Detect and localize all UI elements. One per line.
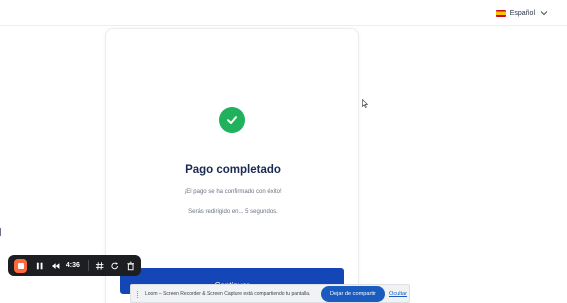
language-selector[interactable]: Español — [495, 6, 549, 20]
stop-recording-button[interactable] — [14, 258, 28, 273]
mouse-cursor-icon — [362, 99, 368, 108]
page-title: Pago completado — [185, 164, 281, 176]
top-bar: Español — [0, 0, 567, 26]
toolbar-divider — [87, 260, 89, 271]
chevron-down-icon — [540, 11, 548, 16]
screen-sharing-bar: Loom – Screen Recorder & Screen Capture … — [130, 284, 410, 303]
language-label: Español — [509, 9, 535, 17]
trash-icon[interactable] — [126, 261, 135, 271]
stop-sharing-button[interactable]: Dejar de compartir — [321, 286, 385, 302]
grid-icon[interactable] — [95, 261, 104, 271]
restart-icon[interactable] — [110, 261, 119, 271]
payment-card: Pago completado ¡El pago se ha confirmad… — [105, 28, 359, 303]
flag-es-icon — [495, 9, 506, 17]
hide-link[interactable]: Ocultar — [389, 291, 407, 297]
stop-icon — [17, 262, 24, 269]
page: Español Pago completado ¡El pago se ha c… — [0, 0, 567, 303]
success-message: ¡El pago se ha confirmado con éxito! — [184, 189, 282, 195]
sharing-notice: Loom – Screen Recorder & Screen Capture … — [145, 291, 311, 297]
pause-icon[interactable] — [35, 261, 44, 271]
recording-timer: 4:36 — [65, 262, 80, 269]
rewind-icon[interactable] — [51, 261, 60, 271]
check-circle-icon — [219, 107, 245, 133]
left-edge-marker — [0, 228, 1, 236]
drag-handle-icon[interactable] — [137, 291, 139, 298]
redirect-message: Serás redirigido en... 5 segundos. — [188, 209, 278, 215]
loom-recorder-toolbar: 4:36 — [8, 255, 141, 276]
